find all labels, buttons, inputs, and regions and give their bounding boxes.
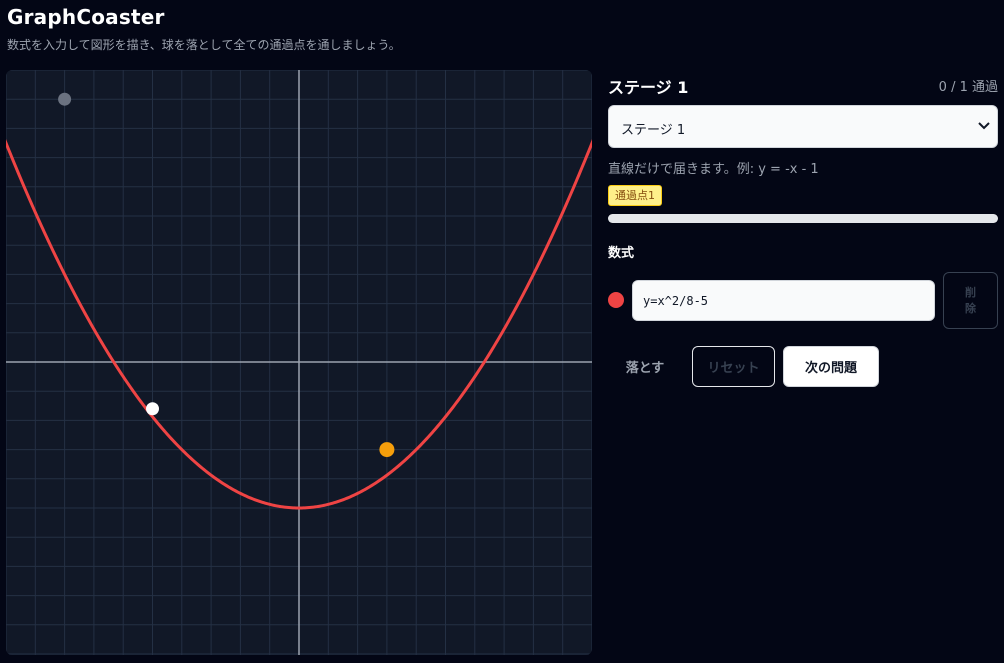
stage-panel: ステージ 1 0 / 1 通過 ステージ 1 直線だけで届きます。例: y = … xyxy=(608,70,998,660)
stage-hint: 直線だけで届きます。例: y = -x - 1 xyxy=(608,162,819,177)
drop-button[interactable]: 落とす xyxy=(608,346,682,387)
formula-heading: 数式 xyxy=(608,246,635,261)
reset-button[interactable]: リセット xyxy=(692,346,775,387)
checkpoint-target xyxy=(379,442,395,458)
app-subtitle: 数式を入力して図形を描き、球を落として全ての通過点を通しましょう。 xyxy=(7,38,401,52)
progress-text: 0 / 1 通過 xyxy=(938,80,998,95)
app-title: GraphCoaster xyxy=(7,5,165,29)
progress-bar xyxy=(608,214,998,223)
graph-svg xyxy=(6,70,592,655)
stage-title: ステージ 1 xyxy=(608,78,689,97)
chevron-down-icon xyxy=(978,122,990,130)
delete-formula-button[interactable]: 削除 xyxy=(943,272,998,329)
graph-canvas[interactable] xyxy=(6,70,592,655)
ball xyxy=(146,402,159,416)
formula-input[interactable] xyxy=(632,280,935,321)
formula-color-swatch[interactable] xyxy=(608,292,624,308)
checkpoint-badge: 通過点1 xyxy=(608,185,662,206)
next-problem-button[interactable]: 次の問題 xyxy=(783,346,879,387)
stage-select-value: ステージ 1 xyxy=(621,123,686,138)
stage-select[interactable]: ステージ 1 xyxy=(608,105,998,148)
start-point xyxy=(58,92,72,106)
